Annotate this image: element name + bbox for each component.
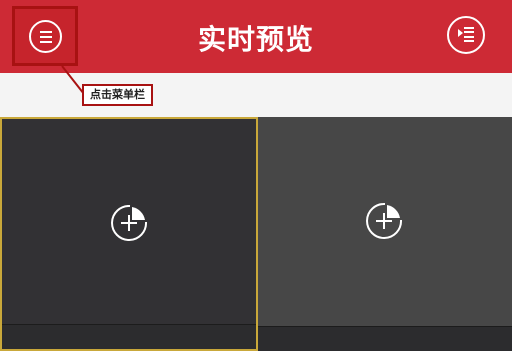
page-title: 实时预览 — [197, 23, 314, 56]
video-tile-1-footer — [2, 324, 256, 349]
video-tile-2[interactable] — [258, 117, 512, 351]
add-camera-icon[interactable] — [109, 203, 149, 243]
callout-label: 点击菜单栏 — [82, 84, 153, 106]
add-camera-icon[interactable] — [364, 201, 404, 241]
app-header: 实时预览 — [0, 0, 512, 73]
video-tile-2-footer — [258, 326, 512, 351]
playback-list-icon[interactable] — [447, 16, 485, 54]
video-tile-1[interactable] — [0, 117, 258, 351]
